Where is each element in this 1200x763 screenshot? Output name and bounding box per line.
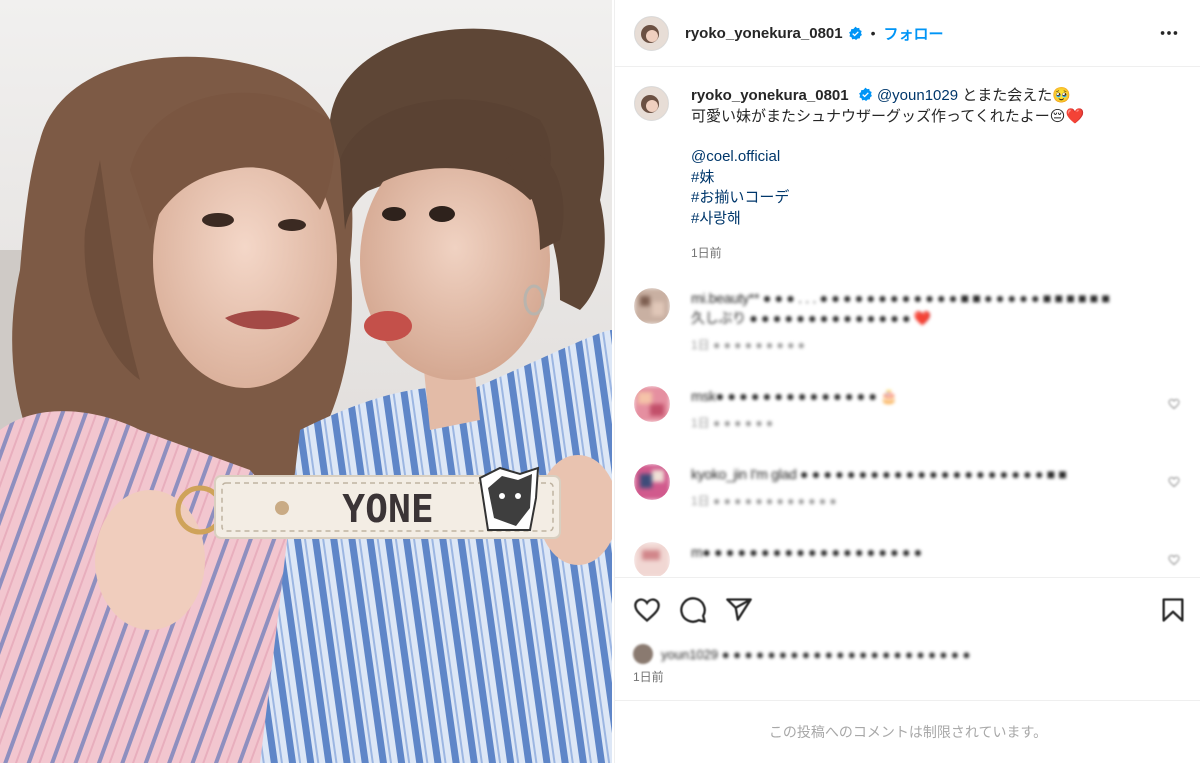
more-horizontal-icon[interactable]: [1157, 22, 1181, 44]
caption-username[interactable]: ryoko_yonekura_0801: [691, 87, 849, 104]
keychain-tag-text: YONE: [342, 487, 434, 531]
post-time: 1日前: [633, 670, 664, 684]
likes-text: youn1029 ● ● ● ● ● ● ● ● ● ● ● ● ● ● ● ●…: [661, 646, 971, 662]
caption-mention-link[interactable]: @youn1029: [877, 87, 958, 104]
comment-icon[interactable]: [679, 596, 707, 624]
comment-content: mi.beauty** ● ● ● . . . ● ● ● ● ● ● ● ● …: [691, 288, 1110, 353]
comment-text: mi.beauty** ● ● ● . . . ● ● ● ● ● ● ● ● …: [691, 290, 1110, 306]
verified-badge-icon: [848, 26, 862, 40]
liker-avatar: [633, 644, 653, 664]
author-avatar[interactable]: [634, 15, 669, 51]
comments-list[interactable]: mi.beauty** ● ● ● . . . ● ● ● ● ● ● ● ● …: [615, 280, 1200, 576]
hashtag-link[interactable]: #妹: [691, 168, 1184, 189]
caption-time: 1日前: [691, 246, 722, 260]
likes-summary[interactable]: youn1029 ● ● ● ● ● ● ● ● ● ● ● ● ● ● ● ●…: [633, 644, 970, 664]
follow-button[interactable]: フォロー: [884, 23, 944, 44]
comment-content: kyoko_jin I'm glad ● ● ● ● ● ● ● ● ● ● ●…: [691, 464, 1067, 509]
bookmark-icon[interactable]: [1159, 596, 1187, 624]
heart-icon[interactable]: [633, 596, 661, 624]
comments-limited-notice: この投稿へのコメントは制限されています。: [615, 700, 1200, 763]
comment-avatar[interactable]: [634, 288, 670, 324]
post-actions: youn1029 ● ● ● ● ● ● ● ● ● ● ● ● ● ● ● ●…: [615, 577, 1200, 695]
comment-meta: 1日 ● ● ● ● ● ●: [691, 416, 774, 430]
comment-content: m● ● ● ● ● ● ● ● ● ● ● ● ● ● ● ● ● ● ●: [691, 542, 922, 562]
post-panel: ryoko_yonekura_0801 • フォロー ryoko_yonekur…: [614, 0, 1200, 763]
separator-dot: •: [870, 25, 876, 41]
comment-text: 久しぶり ● ● ● ● ● ● ● ● ● ● ● ● ● ● ❤️: [691, 310, 931, 326]
comment-like-icon[interactable]: [1168, 398, 1180, 410]
comment-meta: 1日 ● ● ● ● ● ● ● ● ●: [691, 338, 805, 352]
caption-line1: とまた会えた🥹: [958, 87, 1071, 104]
verified-badge-icon: [858, 87, 872, 101]
comment-text: m● ● ● ● ● ● ● ● ● ● ● ● ● ● ● ● ● ● ●: [691, 544, 922, 560]
caption-avatar[interactable]: [634, 86, 669, 121]
comment-content: msk● ● ● ● ● ● ● ● ● ● ● ● ● ● 🎂 1日 ● ● …: [691, 386, 898, 431]
caption-line2: 可愛い妹がまたシュナウザーグッズ作ってくれたよー😔❤️: [691, 107, 1085, 125]
share-icon[interactable]: [725, 596, 753, 624]
hashtag-link[interactable]: #사랑해: [691, 209, 1184, 230]
comment-like-icon[interactable]: [1168, 554, 1180, 566]
comment-text: kyoko_jin I'm glad ● ● ● ● ● ● ● ● ● ● ●…: [691, 466, 1067, 482]
comment-avatar[interactable]: [634, 386, 670, 422]
comment-avatar[interactable]: [634, 542, 670, 576]
schnauzer-patch: [478, 466, 540, 531]
author-username[interactable]: ryoko_yonekura_0801: [685, 25, 843, 42]
comment-like-icon[interactable]: [1168, 476, 1180, 488]
post-header: ryoko_yonekura_0801 • フォロー: [615, 0, 1200, 67]
comment-text: msk● ● ● ● ● ● ● ● ● ● ● ● ● ● 🎂: [691, 388, 898, 404]
comment-meta: 1日 ● ● ● ● ● ● ● ● ● ● ● ●: [691, 494, 837, 508]
post-caption: ryoko_yonekura_0801 @youn1029 とまた会えた🥹 可愛…: [634, 86, 1184, 264]
hashtag-link[interactable]: #お揃いコーデ: [691, 188, 1184, 209]
photo-illustration: YONE: [0, 0, 612, 763]
caption-account-link[interactable]: @coel.official: [691, 147, 1184, 168]
comment-avatar[interactable]: [634, 464, 670, 500]
post-photo[interactable]: YONE: [0, 0, 612, 763]
